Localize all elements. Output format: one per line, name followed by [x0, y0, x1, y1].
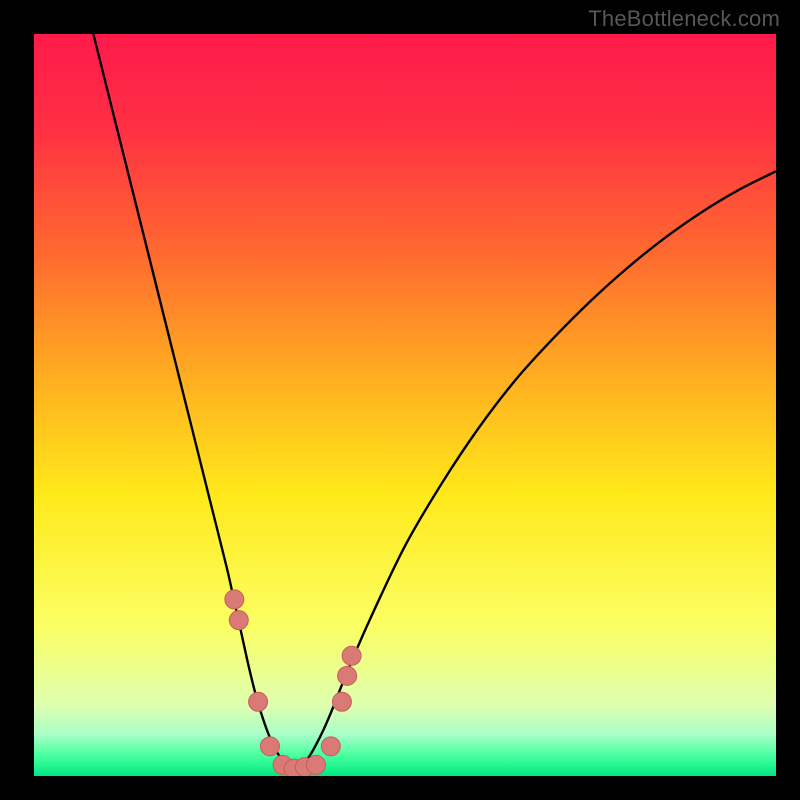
marker-dot [338, 666, 357, 685]
curve-layer [34, 34, 776, 776]
marker-dot [225, 590, 244, 609]
plot-area [34, 34, 776, 776]
marker-dot [332, 692, 351, 711]
curve-right [294, 171, 776, 768]
curve-left [93, 34, 293, 769]
chart-container: { "watermark": "TheBottleneck.com", "col… [0, 0, 800, 800]
marker-dot [342, 646, 361, 665]
marker-dot [229, 611, 248, 630]
marker-dot [321, 737, 340, 756]
marker-dot [249, 692, 268, 711]
curve-markers [225, 590, 361, 776]
marker-dot [260, 737, 279, 756]
watermark-text: TheBottleneck.com [588, 6, 780, 32]
marker-dot [306, 755, 325, 774]
